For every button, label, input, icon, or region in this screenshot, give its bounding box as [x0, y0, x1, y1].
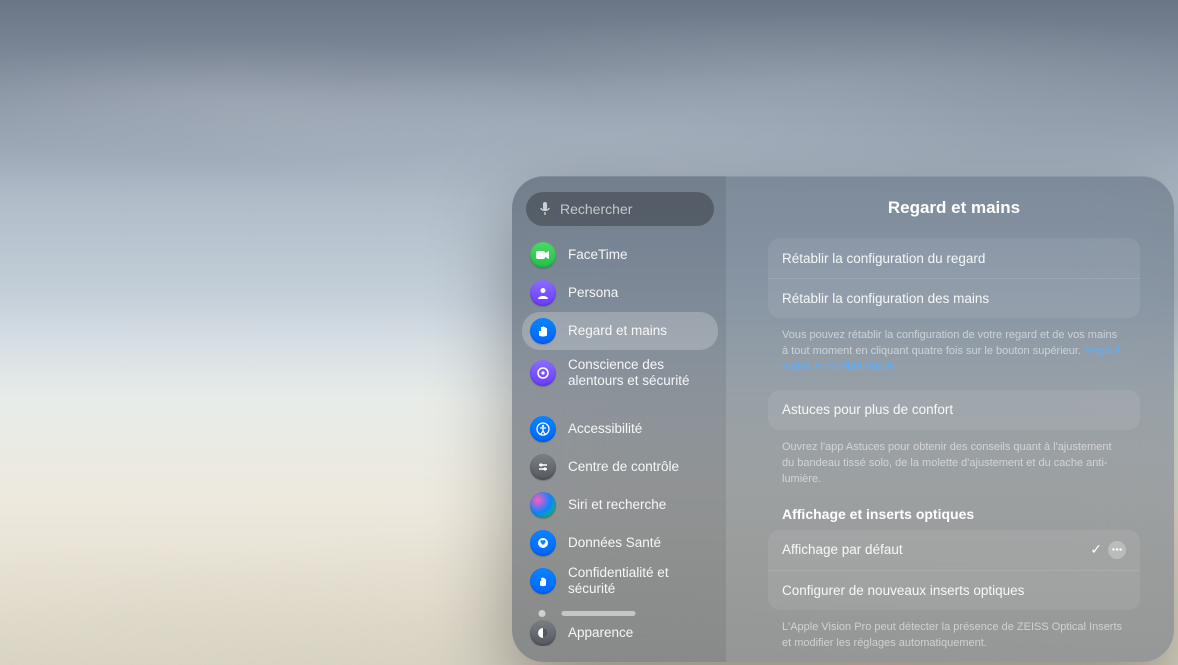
sidebar-item-label: Conscience des alentours et sécurité [568, 357, 710, 388]
inserts-footer: L'Apple Vision Pro peut détecter la prés… [768, 614, 1140, 662]
reset-footer: Vous pouvez rétablir la configuration de… [768, 322, 1140, 390]
health-icon [530, 530, 556, 556]
row-accessory: ✓ [1090, 541, 1126, 559]
window-handle[interactable] [539, 610, 636, 617]
sidebar-item-privacy[interactable]: Confidentialité et sécurité [522, 562, 718, 600]
sidebar-item-label: Confidentialité et sécurité [568, 565, 710, 596]
tips-footer: Ouvrez l'app Astuces pour obtenir des co… [768, 434, 1140, 502]
row-label: Configurer de nouveaux inserts optiques [782, 583, 1024, 598]
sidebar-item-label: Regard et mains [568, 323, 667, 339]
row-label: Astuces pour plus de confort [782, 402, 953, 417]
sidebar-item-facetime[interactable]: FaceTime [522, 236, 718, 274]
sidebar-item-persona[interactable]: Persona [522, 274, 718, 312]
persona-icon [530, 280, 556, 306]
sidebar-item-awareness[interactable]: Conscience des alentours et sécurité [522, 350, 718, 396]
more-button[interactable] [1108, 541, 1126, 559]
sidebar-item-label: Persona [568, 285, 618, 301]
settings-window: FaceTime Persona Regard et mains [512, 176, 1174, 662]
reset-hand-setup-row[interactable]: Rétablir la configuration des mains [768, 278, 1140, 318]
sidebar-item-label: Apparence [568, 625, 633, 641]
sidebar-item-label: Accessibilité [568, 421, 642, 437]
sidebar-item-eyes-hands[interactable]: Regard et mains [522, 312, 718, 350]
settings-window-wrapper: FaceTime Persona Regard et mains [256, 88, 918, 598]
search-input[interactable] [560, 201, 726, 217]
setup-optical-inserts-row[interactable]: Configurer de nouveaux inserts optiques [768, 570, 1140, 610]
hand-icon [530, 318, 556, 344]
footer-text: Vous pouvez rétablir la configuration de… [782, 329, 1117, 357]
sidebar-item-label: Siri et recherche [568, 497, 666, 513]
sidebar-group: Accessibilité Centre de contrôle Siri et… [522, 410, 718, 600]
close-dot-icon[interactable] [539, 610, 546, 617]
sidebar-item-appearance[interactable]: Apparence [522, 614, 718, 646]
sidebar-item-health[interactable]: Données Santé [522, 524, 718, 562]
sidebar-item-siri[interactable]: Siri et recherche [522, 486, 718, 524]
sidebar-list: FaceTime Persona Regard et mains [522, 236, 718, 646]
sidebar-item-label: Données Santé [568, 535, 661, 551]
control-center-icon [530, 454, 556, 480]
sidebar-item-control-center[interactable]: Centre de contrôle [522, 448, 718, 486]
privacy-icon [530, 568, 556, 594]
sidebar-item-label: FaceTime [568, 247, 628, 263]
checkmark-icon: ✓ [1090, 541, 1102, 558]
display-inserts-header: Affichage et inserts optiques [768, 502, 1140, 530]
siri-icon [530, 492, 556, 518]
sidebar-item-accessibility[interactable]: Accessibilité [522, 410, 718, 448]
microphone-icon [540, 201, 550, 217]
default-display-row[interactable]: Affichage par défaut ✓ [768, 530, 1140, 570]
awareness-icon [530, 360, 556, 386]
sidebar-group: FaceTime Persona Regard et mains [522, 236, 718, 396]
move-bar-icon[interactable] [562, 611, 636, 616]
tips-group: Astuces pour plus de confort [768, 390, 1140, 430]
page-title: Regard et mains [768, 198, 1140, 218]
reset-eye-setup-row[interactable]: Rétablir la configuration du regard [768, 238, 1140, 278]
accessibility-icon [530, 416, 556, 442]
display-inserts-group: Affichage par défaut ✓ Configurer de nou… [768, 530, 1140, 610]
facetime-icon [530, 242, 556, 268]
comfort-tips-row[interactable]: Astuces pour plus de confort [768, 390, 1140, 430]
sidebar-group: Apparence [522, 614, 718, 646]
search-box[interactable] [526, 192, 714, 226]
sidebar-item-label: Centre de contrôle [568, 459, 679, 475]
content-pane: Regard et mains Rétablir la configuratio… [726, 176, 1174, 662]
row-label: Rétablir la configuration du regard [782, 251, 985, 266]
row-label: Affichage par défaut [782, 542, 903, 557]
reset-group: Rétablir la configuration du regard Réta… [768, 238, 1140, 318]
row-label: Rétablir la configuration des mains [782, 291, 989, 306]
appearance-icon [530, 620, 556, 646]
sidebar: FaceTime Persona Regard et mains [512, 176, 726, 662]
